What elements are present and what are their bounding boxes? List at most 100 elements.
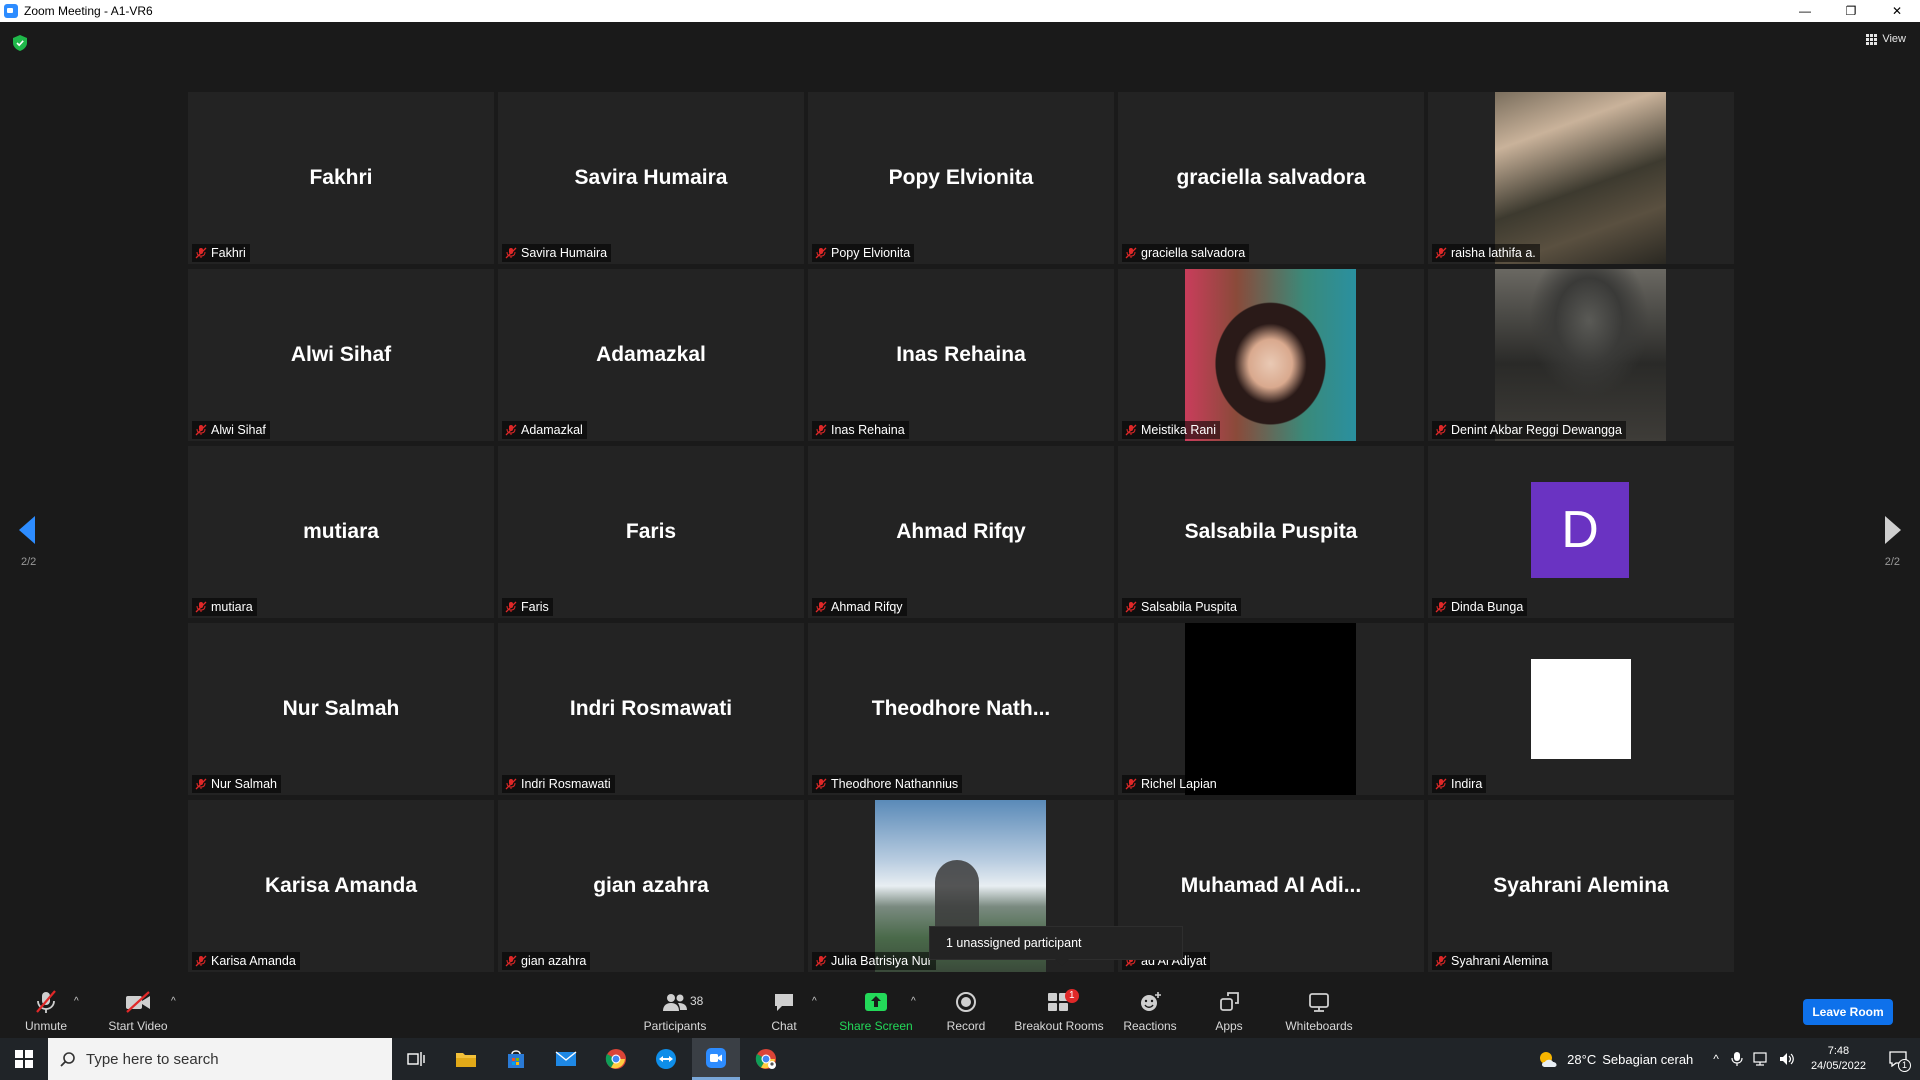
participant-tile[interactable]: Adamazkal Adamazkal [498, 269, 804, 441]
teamviewer-taskbar-button[interactable] [642, 1038, 690, 1080]
weather-widget[interactable]: 28°C Sebagian cerah [1537, 1049, 1693, 1069]
share-options-caret-icon[interactable]: ^ [911, 996, 916, 1007]
participant-display-name: Savira Humaira [574, 166, 728, 189]
participant-display-name: Indri Rosmawati [569, 697, 733, 720]
participant-tile[interactable]: Nur Salmah Nur Salmah [188, 623, 494, 795]
participant-tile[interactable]: Popy Elvionita Popy Elvionita [808, 92, 1114, 264]
participant-tile[interactable]: D Dinda Bunga [1428, 446, 1734, 618]
breakout-rooms-button[interactable]: 1 Breakout Rooms [1012, 978, 1106, 1038]
mail-taskbar-button[interactable] [542, 1038, 590, 1080]
participant-display-name: Ahmad Rifqy [896, 520, 1026, 543]
window-controls: — ❐ ✕ [1782, 0, 1920, 22]
participant-tile[interactable]: graciella salvadora graciella salvadora [1118, 92, 1424, 264]
muted-mic-icon [1435, 424, 1447, 436]
file-explorer-taskbar-button[interactable] [442, 1038, 490, 1080]
participant-tile[interactable]: Salsabila Puspita Salsabila Puspita [1118, 446, 1424, 618]
participant-tile[interactable]: Fakhri Fakhri [188, 92, 494, 264]
participant-name-label: Karisa Amanda [192, 952, 300, 970]
muted-mic-icon [195, 601, 207, 613]
participant-tile[interactable]: mutiara mutiara [188, 446, 494, 618]
store-taskbar-button[interactable] [492, 1038, 540, 1080]
participant-tile[interactable]: Theodhore Nath... Theodhore Nathannius [808, 623, 1114, 795]
share-screen-button[interactable]: Share Screen [836, 978, 916, 1038]
participant-blank-video [1531, 659, 1631, 759]
participant-label-text: Julia Batrisiya Nur [831, 954, 932, 968]
apps-button[interactable]: Apps [1204, 978, 1254, 1038]
unmute-label: Unmute [24, 1019, 68, 1033]
previous-page-arrow-icon[interactable] [19, 516, 37, 544]
taskbar-search-box[interactable]: Type here to search [48, 1038, 392, 1080]
muted-mic-icon [1125, 247, 1137, 259]
unmute-button[interactable]: Unmute [20, 978, 72, 1038]
participant-tile[interactable]: Faris Faris [498, 446, 804, 618]
participant-tile[interactable]: Karisa Amanda Karisa Amanda [188, 800, 494, 972]
close-button[interactable]: ✕ [1874, 0, 1920, 22]
participant-display-name: gian azahra [593, 874, 709, 897]
participant-label-text: Karisa Amanda [211, 954, 296, 968]
start-video-button[interactable]: Start Video [106, 978, 170, 1038]
participant-label-text: Theodhore Nathannius [831, 777, 959, 791]
network-icon[interactable] [1753, 1052, 1769, 1066]
volume-speaker-icon[interactable] [1779, 1052, 1795, 1066]
participant-tile[interactable]: Alwi Sihaf Alwi Sihaf [188, 269, 494, 441]
participant-display-name: Nur Salmah [282, 697, 400, 720]
chat-button[interactable]: Chat [760, 978, 808, 1038]
participants-label: Participants [643, 1019, 707, 1033]
participant-tile[interactable]: Indira [1428, 623, 1734, 795]
view-button[interactable]: View [1866, 33, 1906, 45]
participant-tile[interactable]: gian azahra gian azahra [498, 800, 804, 972]
participant-tile[interactable]: Inas Rehaina Inas Rehaina [808, 269, 1114, 441]
participant-name-label: Faris [502, 598, 553, 616]
whiteboards-button[interactable]: Whiteboards [1280, 978, 1358, 1038]
next-page-arrow-icon[interactable] [1883, 516, 1901, 544]
participant-display-name: Syahrani Alemina [1493, 874, 1669, 897]
apps-icon [1220, 992, 1239, 1011]
participant-tile[interactable]: Richel Lapian [1118, 623, 1424, 795]
participant-name-label: Adamazkal [502, 421, 587, 439]
reactions-button[interactable]: Reactions [1118, 978, 1182, 1038]
start-button[interactable] [0, 1038, 48, 1080]
participant-label-text: Savira Humaira [521, 246, 608, 260]
chrome-taskbar-button[interactable] [592, 1038, 640, 1080]
notification-center-button[interactable]: 1 [1876, 1038, 1920, 1080]
participant-display-name: Faris [625, 520, 677, 543]
minimize-button[interactable]: — [1782, 0, 1828, 22]
task-view-button[interactable] [392, 1038, 440, 1080]
participant-tile[interactable]: raisha lathifa a. [1428, 92, 1734, 264]
participant-tile[interactable]: Indri Rosmawati Indri Rosmawati [498, 623, 804, 795]
microphone-tray-icon[interactable] [1731, 1051, 1743, 1067]
muted-mic-icon [195, 424, 207, 436]
store-bag-icon [508, 1050, 524, 1068]
participant-display-name: mutiara [303, 520, 379, 543]
video-options-caret-icon[interactable]: ^ [171, 996, 176, 1007]
participants-button[interactable]: Participants [640, 978, 710, 1038]
leave-room-button[interactable]: Leave Room [1803, 999, 1893, 1025]
zoom-taskbar-button[interactable] [692, 1038, 740, 1080]
restore-button[interactable]: ❐ [1828, 0, 1874, 22]
participant-label-text: raisha lathifa a. [1451, 246, 1536, 260]
participant-video-feed [1185, 623, 1356, 795]
participant-label-text: Indira [1451, 777, 1483, 791]
participant-display-name: Alwi Sihaf [290, 343, 392, 366]
chat-options-caret-icon[interactable]: ^ [812, 996, 817, 1007]
record-button[interactable]: Record [940, 978, 992, 1038]
participant-tile[interactable]: Denint Akbar Reggi Dewangga [1428, 269, 1734, 441]
participant-tile[interactable]: Ahmad Rifqy Ahmad Rifqy [808, 446, 1114, 618]
participant-name-label: Fakhri [192, 244, 250, 262]
hidden-icons-chevron-icon[interactable]: ^ [1713, 1052, 1719, 1066]
chrome-profile-taskbar-button[interactable] [742, 1038, 790, 1080]
encryption-shield-icon[interactable] [13, 35, 27, 51]
chrome-browser-icon [605, 1049, 626, 1069]
audio-options-caret-icon[interactable]: ^ [74, 996, 79, 1007]
muted-mic-icon [195, 955, 207, 967]
taskbar-clock[interactable]: 7:48 24/05/2022 [1811, 1044, 1866, 1074]
participant-tile[interactable]: Meistika Rani [1118, 269, 1424, 441]
search-icon [60, 1052, 75, 1067]
clock-date: 24/05/2022 [1810, 1060, 1866, 1072]
participant-tile[interactable]: Syahrani Alemina Syahrani Alemina [1428, 800, 1734, 972]
whiteboard-icon [1309, 993, 1329, 1012]
video-off-icon [126, 991, 150, 1013]
participant-tile[interactable]: Savira Humaira Savira Humaira [498, 92, 804, 264]
meeting-area: View 2/2 2/2 Fakhri Fakhri Savira Humaira S… [0, 22, 1920, 978]
participant-name-label: Savira Humaira [502, 244, 612, 262]
